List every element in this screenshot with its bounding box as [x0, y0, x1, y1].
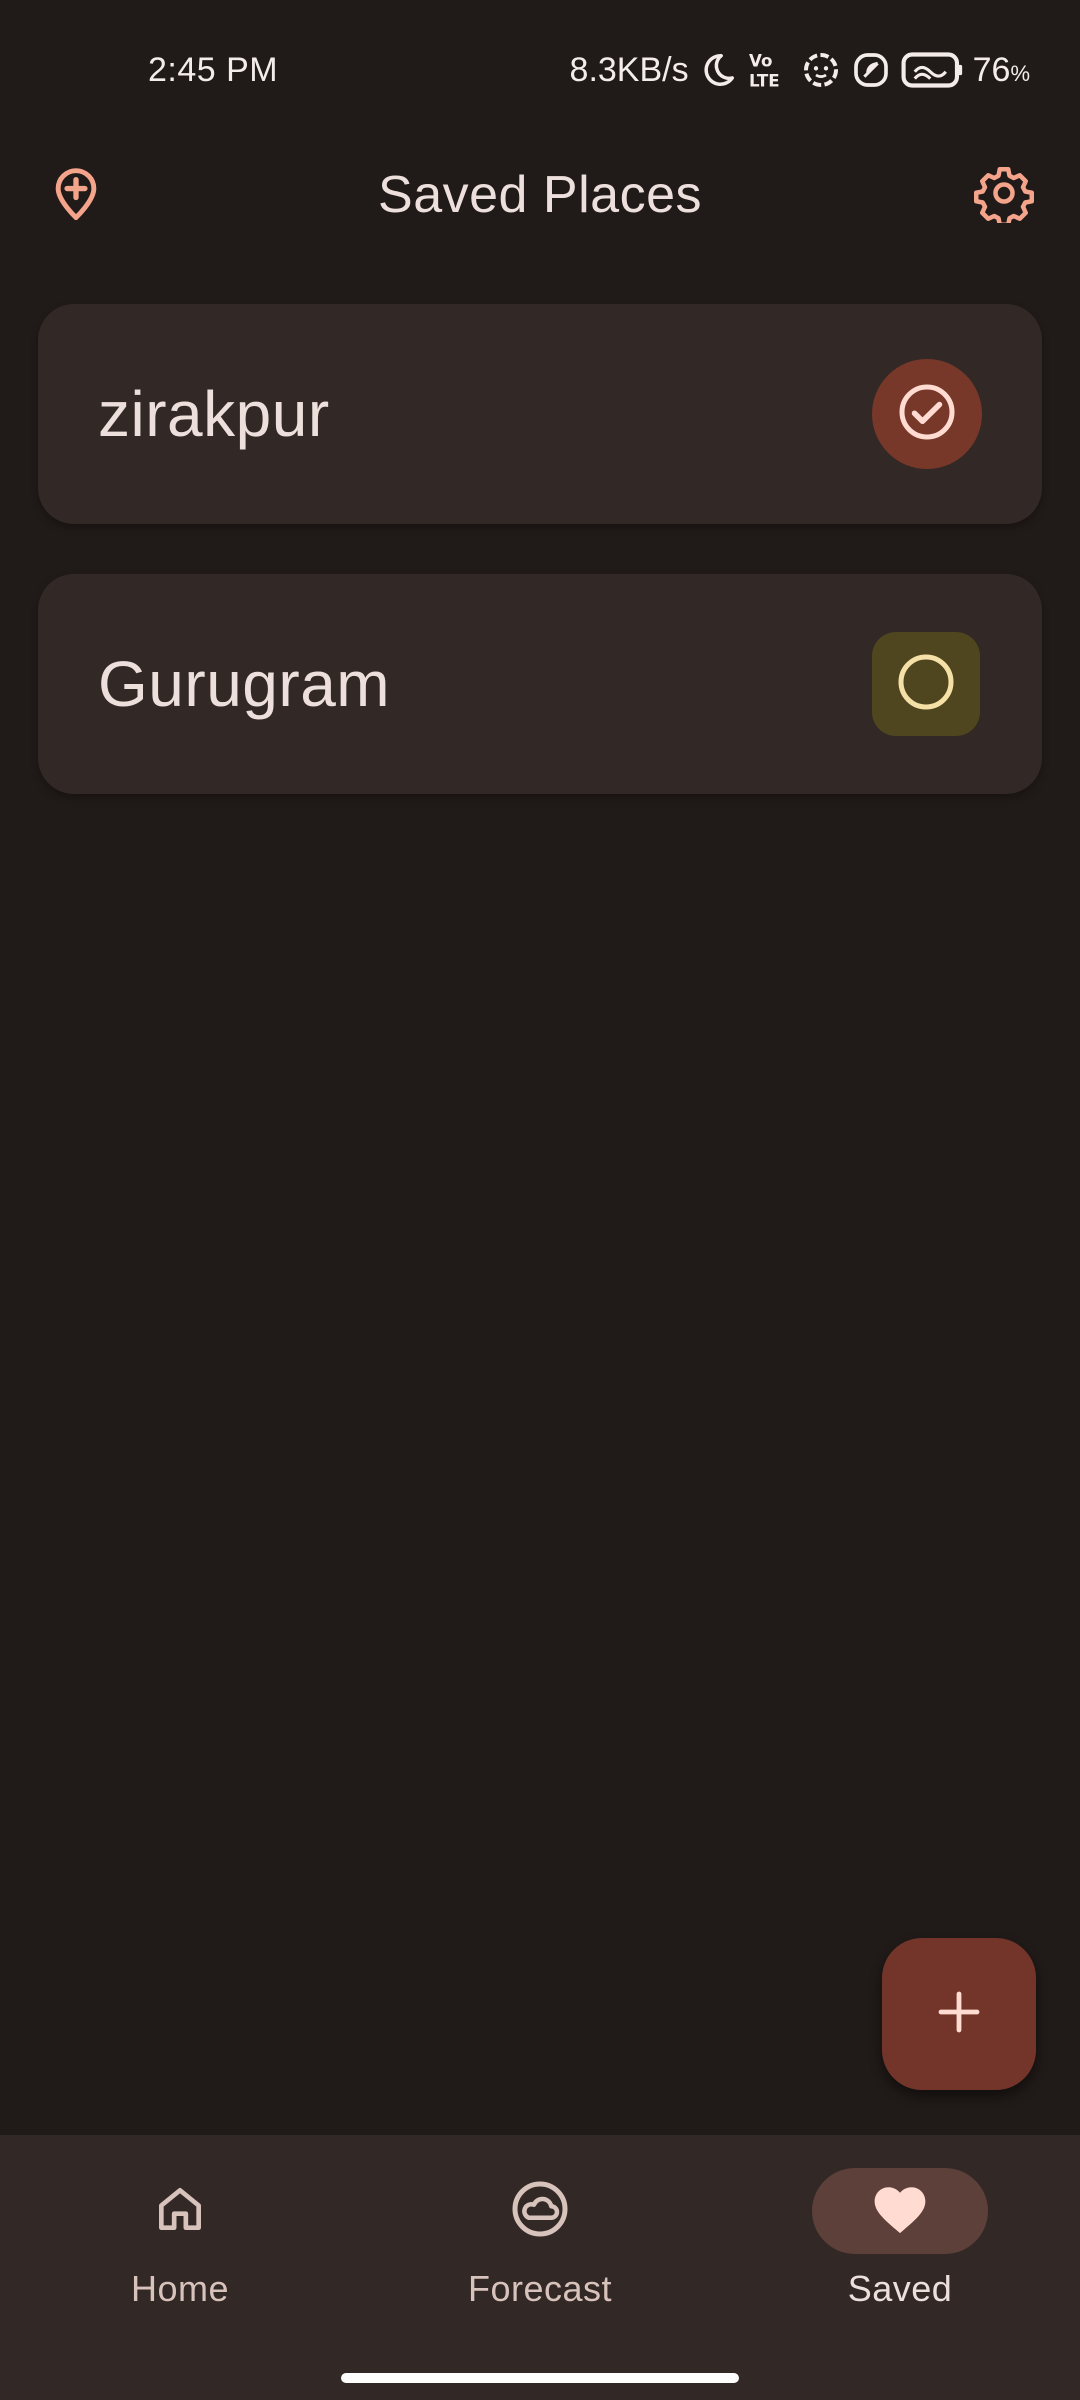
status-bar: 2:45 PM 8.3KB/s Vo LTE 76%	[0, 0, 1080, 140]
plus-icon	[935, 1988, 983, 2041]
nav-label: Saved	[847, 2268, 953, 2309]
nav-icon-container	[452, 2168, 628, 2254]
volte-icon: Vo LTE	[747, 50, 791, 90]
add-location-icon	[49, 164, 103, 227]
saved-places-screen: 2:45 PM 8.3KB/s Vo LTE 76% Saved Places …	[0, 0, 1080, 2400]
home-icon	[152, 2181, 208, 2242]
leaf-icon	[851, 50, 891, 90]
nav-item-forecast[interactable]: Forecast	[360, 2135, 720, 2310]
nav-icon-container	[812, 2168, 988, 2254]
place-card-zirakpur[interactable]: zirakpur	[38, 304, 1042, 524]
battery-saver-icon	[901, 51, 963, 89]
nav-item-saved[interactable]: Saved	[720, 2135, 1080, 2310]
gesture-navigation-bar[interactable]	[341, 2373, 739, 2383]
radio-unchecked-icon	[896, 652, 956, 717]
status-indicators: 8.3KB/s Vo LTE 76%	[569, 50, 1030, 91]
flower-icon	[801, 50, 841, 90]
cloud-icon	[510, 2179, 570, 2244]
svg-text:LTE: LTE	[749, 72, 780, 90]
nav-item-home[interactable]: Home	[0, 2135, 360, 2310]
network-speed: 8.3KB/s	[569, 50, 689, 89]
heart-icon	[871, 2182, 929, 2241]
top-app-bar: Saved Places	[0, 140, 1080, 250]
settings-button[interactable]	[966, 157, 1042, 233]
page-title: Saved Places	[378, 166, 702, 224]
moon-icon	[699, 51, 737, 89]
check-circle-icon	[897, 382, 957, 447]
add-place-fab[interactable]	[882, 1938, 1036, 2090]
place-card-gurugram[interactable]: Gurugram	[38, 574, 1042, 794]
place-name: zirakpur	[98, 378, 330, 450]
status-time: 2:45 PM	[148, 50, 279, 89]
place-name: Gurugram	[98, 648, 391, 720]
unselected-indicator-button[interactable]	[872, 632, 980, 736]
nav-label: Home	[130, 2268, 230, 2309]
nav-label: Forecast	[467, 2268, 613, 2309]
bottom-navigation: Home Forecast Saved	[0, 2135, 1080, 2400]
settings-icon	[974, 163, 1034, 228]
nav-icon-container	[92, 2168, 268, 2254]
battery-percent: 76%	[972, 50, 1030, 89]
svg-text:Vo: Vo	[749, 52, 772, 71]
add-location-button[interactable]	[38, 157, 114, 233]
selected-indicator-button[interactable]	[872, 359, 982, 469]
places-list: zirakpur Gurugram	[38, 304, 1042, 844]
